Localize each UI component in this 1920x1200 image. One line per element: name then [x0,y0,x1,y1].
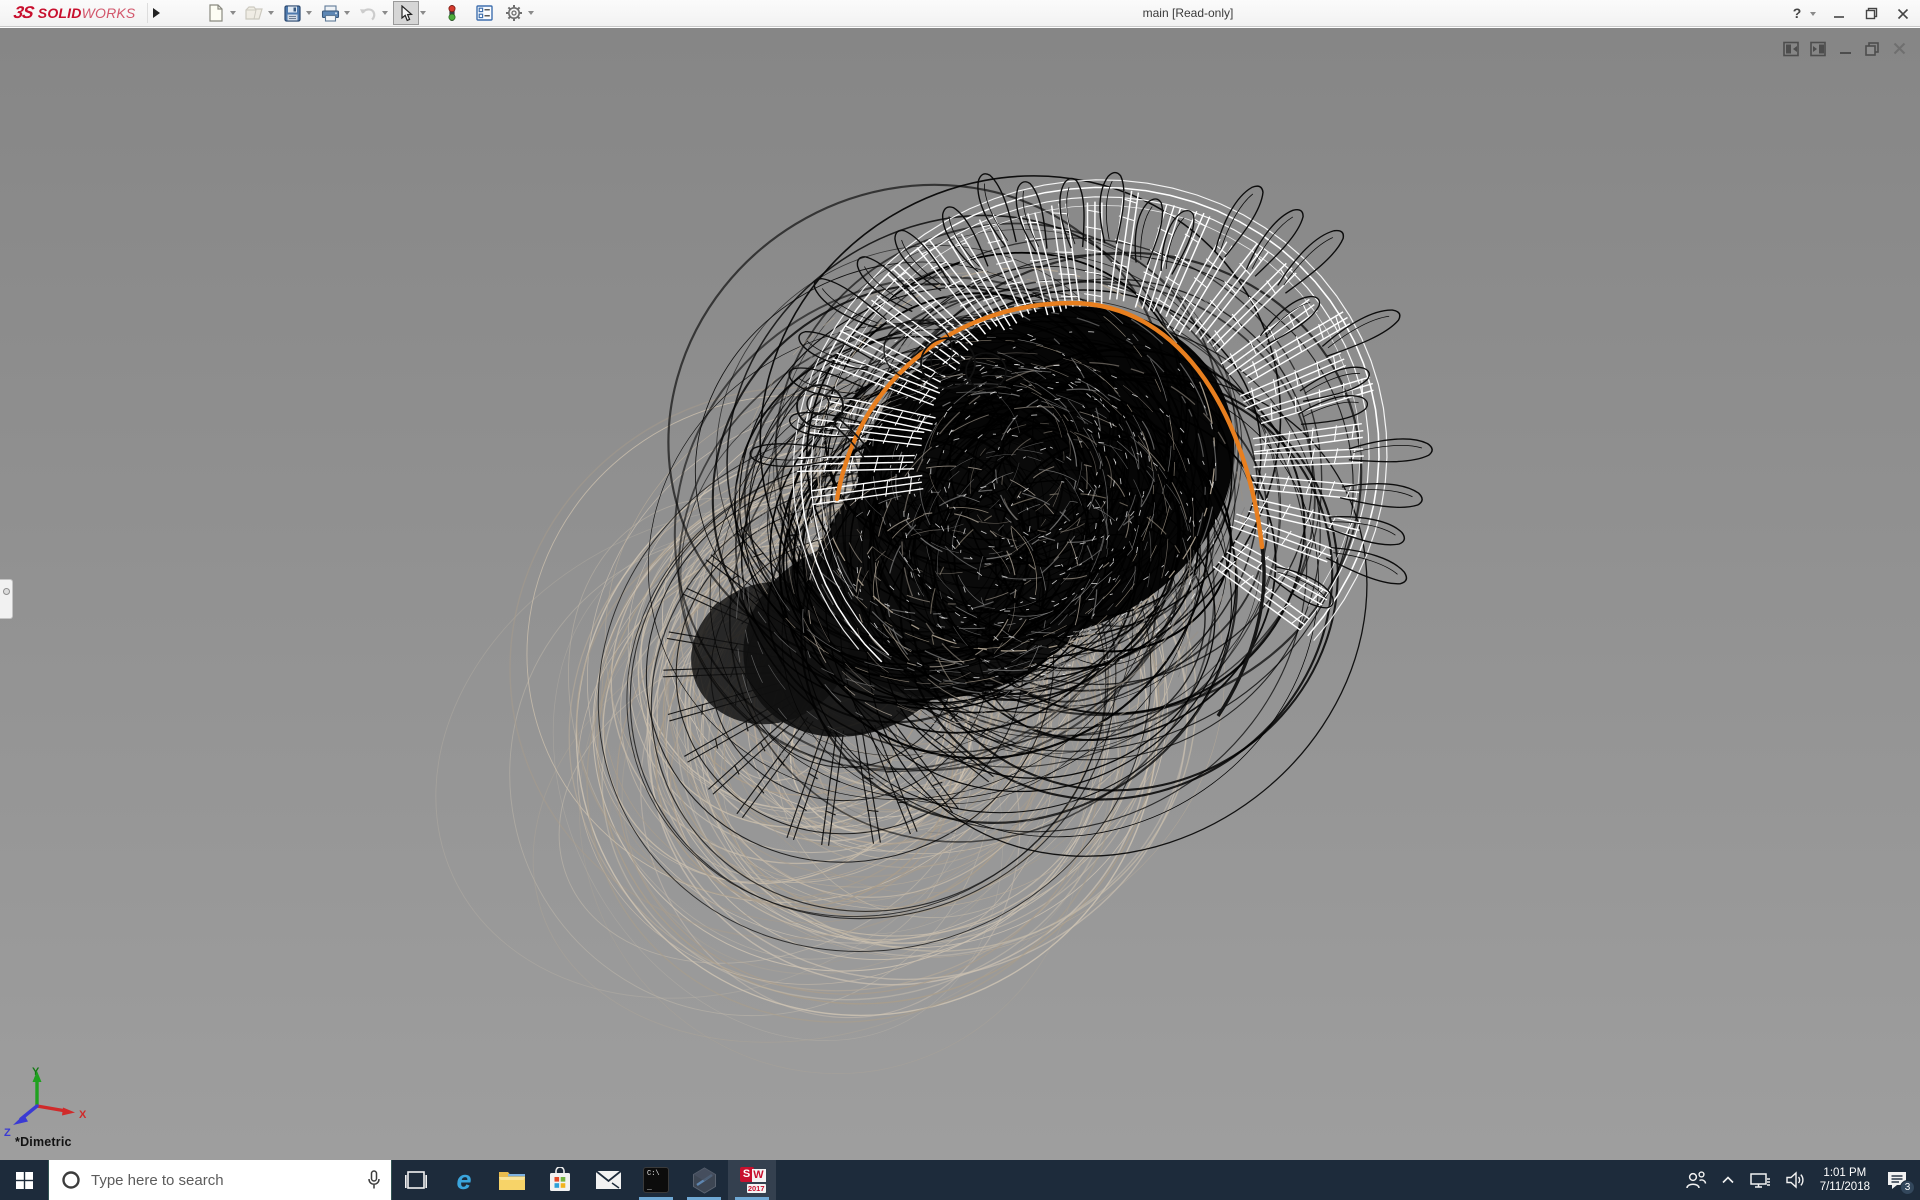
rebuild-stoplight-icon [448,5,456,21]
new-document-caret[interactable] [230,11,237,15]
save-floppy-icon [284,4,301,22]
save-button[interactable] [279,1,305,25]
solidworks-2017-icon: S W 2017 [739,1166,766,1194]
print-icon [321,4,340,22]
hexagon-app-icon [692,1166,716,1194]
select-cursor-icon [401,4,413,21]
clock-date: 7/11/2018 [1819,1181,1870,1193]
cortana-circle-icon [62,1171,80,1189]
system-tray: 1:01 PM 7/11/2018 3 [1678,1160,1920,1200]
triad-x-label: X [79,1109,87,1121]
task-view-icon [405,1171,427,1189]
volume-button[interactable] [1778,1160,1812,1200]
new-document-button[interactable] [203,1,229,25]
settings-caret[interactable] [528,11,535,15]
network-button[interactable] [1742,1160,1778,1200]
taskbar-mail-button[interactable] [584,1160,632,1200]
undo-caret[interactable] [382,11,389,15]
select-caret[interactable] [420,11,427,15]
search-placeholder: Type here to search [91,1171,224,1189]
help-caret[interactable] [1810,11,1816,16]
window-controls: ? [1788,0,1912,27]
command-prompt-icon: C:\ _ [643,1167,669,1193]
chevron-up-icon [1722,1176,1734,1184]
engine-assembly-wireframe-model[interactable] [0,28,1920,1160]
new-document-icon [209,4,224,22]
rebuild-stoplight-button[interactable] [439,1,465,25]
solidworks-logo: 3S SOLID WORKS [0,0,143,26]
undo-arrow-icon [360,7,376,20]
taskbar-cmd-button[interactable]: C:\ _ [632,1160,680,1200]
feature-tree-collapsed-tab[interactable] [0,579,13,619]
open-button[interactable] [241,1,267,25]
notification-badge: 3 [1900,1180,1915,1195]
network-icon [1749,1173,1770,1188]
cmd-text: C:\ [647,1170,660,1178]
tree-tab-dot-icon [2,588,10,595]
toolbar-flyout-arrow-icon[interactable] [147,3,165,23]
clock-time: 1:01 PM [1823,1167,1867,1179]
minimize-button[interactable] [1830,8,1848,20]
taskbar-store-button[interactable] [536,1160,584,1200]
document-title: main [Read-only] [1142,6,1234,20]
graphics-viewport[interactable]: Y X Z *Dimetric [0,28,1920,1160]
store-icon [550,1167,570,1191]
view-orientation-label: *Dimetric [15,1135,72,1149]
title-bar: 3S SOLID WORKS main [Read-only] ? [0,0,1920,27]
pane-right-icon[interactable] [1810,40,1827,57]
taskbar-clock[interactable]: 1:01 PM 7/11/2018 [1812,1166,1878,1194]
taskbar-search-input[interactable]: Type here to search [48,1160,392,1200]
doc-restore-icon[interactable] [1864,40,1881,57]
taskbar-solidworks-button[interactable]: S W 2017 [728,1160,776,1200]
windows-logo-icon [15,1171,33,1189]
windows-taskbar: Type here to search e C:\ _ S W 2017 1:0… [0,1160,1920,1200]
taskbar-edge-button[interactable]: e [440,1160,488,1200]
triad-z-label: Z [4,1127,11,1139]
doc-close-icon-disabled [1891,40,1908,57]
brand-works: WORKS [81,5,136,21]
restore-button[interactable] [1862,7,1880,20]
doc-minimize-icon[interactable] [1837,40,1854,57]
document-window-controls [1783,40,1908,57]
pane-left-icon[interactable] [1783,40,1800,57]
sw-letter-w: W [751,1168,766,1182]
file-explorer-icon [499,1172,525,1190]
cmd-cursor: _ [647,1183,652,1192]
task-view-button[interactable] [392,1160,440,1200]
mail-icon [594,1170,622,1189]
action-center-button[interactable]: 3 [1878,1160,1916,1200]
microphone-icon[interactable] [367,1170,381,1190]
edge-icon: e [456,1164,472,1195]
quick-access-toolbar [203,1,539,25]
speaker-icon [1785,1171,1804,1189]
print-button[interactable] [317,1,343,25]
save-caret[interactable] [306,11,313,15]
brand-solid: SOLID [37,5,82,21]
options-list-button[interactable] [471,1,497,25]
open-caret[interactable] [268,11,275,15]
dassault-logo-mark: 3S [12,3,35,22]
open-folder-icon [245,6,263,20]
settings-gear-icon [506,5,523,21]
help-button[interactable]: ? [1788,0,1806,27]
sw-year: 2017 [746,1183,766,1193]
print-caret[interactable] [344,11,351,15]
settings-gear-button[interactable] [501,1,527,25]
tray-overflow-chevron[interactable] [1714,1160,1742,1200]
select-tool-button[interactable] [393,1,420,25]
people-icon [1685,1171,1706,1189]
close-button[interactable] [1894,8,1912,20]
taskbar-file-explorer-button[interactable] [488,1160,536,1200]
start-button[interactable] [0,1160,48,1200]
options-list-icon [476,5,493,21]
undo-button[interactable] [355,1,381,25]
taskbar-hex-app-button[interactable] [680,1160,728,1200]
people-button[interactable] [1678,1160,1714,1200]
